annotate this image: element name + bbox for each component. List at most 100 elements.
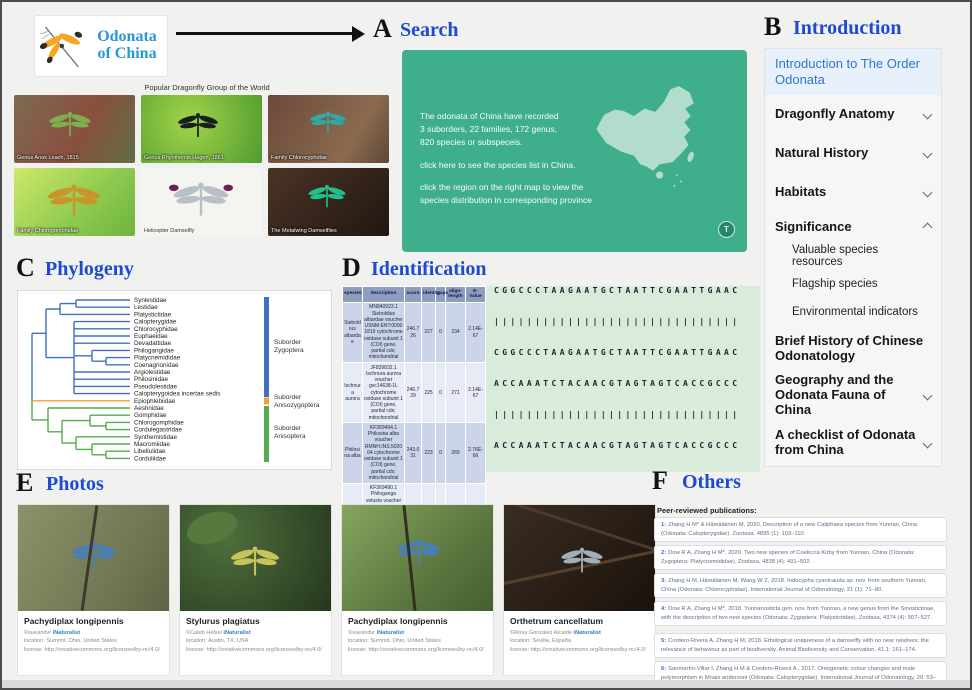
panel-letter-c: C: [16, 253, 35, 283]
chevron-up-icon: [923, 222, 933, 232]
svg-text:Suborder: Suborder: [274, 339, 302, 346]
popular-tile-anax[interactable]: Genus Anax Leach, 1815: [14, 95, 135, 163]
svg-text:Zygoptera: Zygoptera: [274, 347, 304, 354]
photo-card[interactable]: Pachydiplax longipennis ©sueandvr iNatur…: [17, 504, 170, 676]
photo-caption: Pachydiplax longipennis ©sueandvr iNatur…: [342, 611, 493, 654]
svg-text:Philosinidae: Philosinidae: [134, 376, 168, 383]
menu-item-geography[interactable]: Geography and the Odonata Fauna of China: [765, 371, 941, 420]
figure-root: Odonata of China A Search Popular Dragon…: [0, 0, 972, 690]
photo-card[interactable]: Stylurus plagiatus ©Caleb Helsel iNatura…: [179, 504, 332, 676]
photo-card[interactable]: Orthetrum cancellatum ©Rosa González Alc…: [503, 504, 656, 676]
svg-text:Libellulidae: Libellulidae: [134, 448, 166, 455]
stat-line: 820 species or subspeceis.: [420, 136, 592, 149]
menu-item-significance[interactable]: Significance: [765, 212, 941, 242]
map-tool-button[interactable]: T: [718, 221, 735, 238]
photo-credit: ©sueandvr: [348, 630, 375, 636]
photo-location: location: Summit, Ohio, United States: [24, 637, 163, 645]
bottom-strip: [2, 680, 970, 688]
svg-text:Euphaeidae: Euphaeidae: [134, 333, 168, 340]
photo-image: [342, 505, 493, 611]
panel-title-search: Search: [400, 19, 459, 42]
chevron-down-icon: [923, 110, 933, 120]
table-row: Philosina alba KF369494.1 Philosina alba…: [343, 423, 486, 483]
photo-license: license: http://creativecommons.org/lice…: [348, 646, 487, 654]
menu-item-dragonfly-anatomy[interactable]: Dragonfly Anatomy: [765, 95, 941, 134]
panel-letter-e: E: [16, 468, 33, 498]
svg-text:Pseudolestidae: Pseudolestidae: [134, 383, 178, 390]
popular-tile-helicopter[interactable]: Helicopter Damselfly: [141, 168, 262, 236]
publication-item[interactable]: 1:Zhang H M* & Hämäläinen M, 2020. Descr…: [654, 517, 947, 542]
inaturalist-link[interactable]: iNaturalist: [53, 630, 80, 636]
alignment-query-line: CGGCCCTAAGAATGCTAATTCGAATTGAAC: [486, 286, 760, 317]
svg-text:Anisozygoptera: Anisozygoptera: [274, 402, 320, 409]
menu-item-habitats[interactable]: Habitats: [765, 173, 941, 212]
panel-letter-a: A: [373, 14, 392, 44]
menu-subitem-environmental-indicators[interactable]: Environmental indicators: [765, 298, 941, 326]
publication-item[interactable]: 3:Zhang H M, Hämäläinen M, Wang W Z, 201…: [654, 573, 947, 598]
publication-item[interactable]: 5:Cordero-Rivera A, Zhang H M, 2018. Eth…: [654, 633, 947, 658]
publication-text: Dow R A, Zhang H M*, 2020. Two new speci…: [661, 550, 915, 565]
map-hint-line: species distribution in corresponding pr…: [420, 194, 592, 207]
menu-subitem-flagship-species[interactable]: Flagship species: [765, 270, 941, 298]
svg-text:Platystictidae: Platystictidae: [134, 311, 172, 318]
menu-item-brief-history[interactable]: Brief History of Chinese Odonatology: [765, 326, 941, 371]
svg-text:Chlorocyphidae: Chlorocyphidae: [134, 326, 178, 333]
publication-text: Cordero-Rivera A, Zhang H M, 2018. Ethol…: [661, 638, 929, 653]
tile-caption: Genus Rhyothemis Hagen, 1861: [144, 155, 224, 161]
arrow-to-search: [176, 32, 354, 35]
publication-number: 3:: [661, 578, 666, 584]
photo-caption: Pachydiplax longipennis ©sueandvr iNatur…: [18, 611, 169, 654]
popular-tile-chlorogomphidae[interactable]: Family Chlorogomphidae: [14, 168, 135, 236]
menu-item-introduction-odonata[interactable]: Introduction to The Order Odonata: [765, 49, 941, 95]
svg-text:Corduliidae: Corduliidae: [134, 455, 166, 462]
svg-text:Macromiidae: Macromiidae: [134, 441, 171, 448]
tile-caption: Helicopter Damselfly: [144, 228, 194, 234]
site-logo-text: Odonata of China: [87, 29, 167, 63]
inaturalist-link[interactable]: iNaturalist: [223, 630, 250, 636]
logo-line2: of China: [87, 46, 167, 63]
popular-tile-metalwing[interactable]: The Metalwing Damselflies: [268, 168, 389, 236]
china-map[interactable]: [591, 78, 741, 196]
alignment-match-line: ||||||||||||||||||||||||||||||: [486, 410, 760, 441]
svg-text:Epiophlebiidae: Epiophlebiidae: [134, 398, 176, 405]
publication-text: Zhang H M* & Hämäläinen M, 2020. Descrip…: [661, 522, 917, 537]
search-text-block: The odonata of China have recorded 3 sub…: [420, 110, 592, 207]
chevron-down-icon: [923, 149, 933, 159]
alignment-subject-line: CGGCCCTAAGAATGCTAATTCGAATTGAAC: [486, 348, 760, 379]
publication-item[interactable]: 4:Dow R A, Zhang H M*, 2018. Yunnanostic…: [654, 601, 947, 626]
publications-heading: Peer-reviewed publications:: [657, 506, 757, 515]
svg-text:Aeshnidae: Aeshnidae: [134, 405, 164, 412]
inaturalist-link[interactable]: iNaturalist: [377, 630, 404, 636]
svg-text:Gomphidae: Gomphidae: [134, 412, 167, 419]
photo-image: [180, 505, 331, 611]
publication-text: Dow R A, Zhang H M*, 2018. Yunnanosticta…: [661, 606, 935, 621]
inaturalist-link[interactable]: iNaturalist: [574, 630, 601, 636]
menu-item-natural-history[interactable]: Natural History: [765, 134, 941, 173]
site-logo[interactable]: Odonata of China: [35, 16, 167, 76]
table-header-row: species description score identity gaps …: [343, 287, 486, 303]
menu-item-checklist[interactable]: A checklist of Odonata from China: [765, 420, 941, 466]
photo-card[interactable]: Pachydiplax longipennis ©sueandvr iNatur…: [341, 504, 494, 676]
alignment-subject-line: ACCAAATCTACAACGTAGTAGTCACCGCCC: [486, 441, 760, 472]
chevron-down-icon: [923, 438, 933, 448]
photo-license: license: http://creativecommons.org/lice…: [186, 646, 325, 654]
popular-tile-rhyothemis[interactable]: Genus Rhyothemis Hagen, 1861: [141, 95, 262, 163]
logo-line1: Odonata: [87, 29, 167, 46]
stat-line: 3 suborders, 22 families, 172 genus,: [420, 123, 592, 136]
popular-tile-chlorocyphidae[interactable]: Family Chlorocyphidae: [268, 95, 389, 163]
publication-item[interactable]: 2:Dow R A, Zhang H M*, 2020. Two new spe…: [654, 545, 947, 570]
svg-text:Philogangidae: Philogangidae: [134, 347, 174, 354]
svg-text:Calopterygoidea incertae sedis: Calopterygoidea incertae sedis: [134, 391, 220, 398]
anisoptera-bar: [264, 406, 269, 462]
arrow-head: [352, 26, 365, 42]
species-name: Orthetrum cancellatum: [510, 616, 649, 626]
svg-text:Anisoptera: Anisoptera: [274, 433, 306, 440]
panel-title-phylogeny: Phylogeny: [45, 258, 134, 281]
zygoptera-bar: [264, 297, 269, 397]
panel-letter-d: D: [342, 253, 361, 283]
species-list-link[interactable]: click here to see the species list in Ch…: [420, 159, 592, 172]
map-hint-line: click the region on the right map to vie…: [420, 181, 592, 194]
menu-subitem-valuable-species[interactable]: Valuable species resources: [765, 242, 941, 270]
photo-caption: Stylurus plagiatus ©Caleb Helsel iNatura…: [180, 611, 331, 654]
popular-heading: Popular Dragonfly Group of the World: [92, 83, 322, 92]
